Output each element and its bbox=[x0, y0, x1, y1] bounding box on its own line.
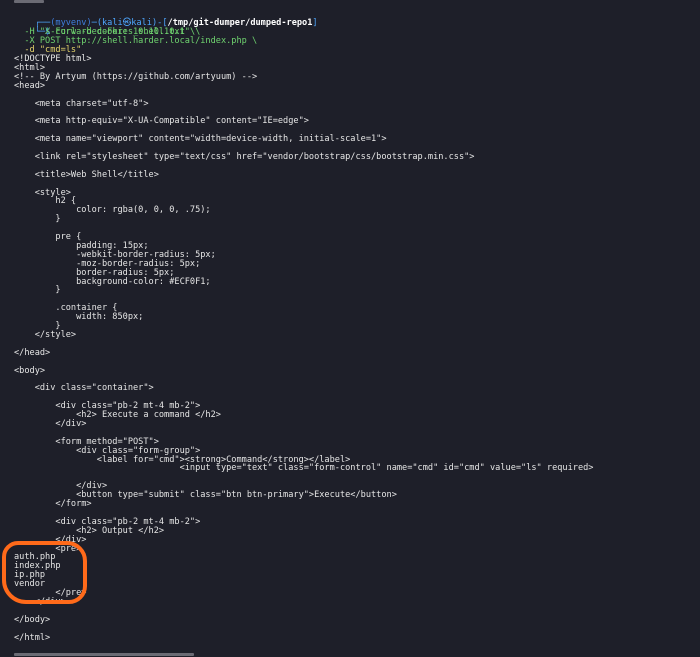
output-line: } bbox=[14, 285, 61, 296]
output-line: <body> bbox=[14, 365, 46, 376]
output-line: <link rel="stylesheet" type="text/css" h… bbox=[14, 151, 475, 162]
output-line: } bbox=[14, 214, 61, 225]
cut-off-bottom-line bbox=[14, 653, 194, 656]
output-line: <meta name="viewport" content="width=dev… bbox=[14, 134, 387, 145]
output-line: <input type="text" class="form-control" … bbox=[14, 463, 594, 474]
output-line: </style> bbox=[14, 329, 77, 340]
orange-highlight-circle bbox=[2, 541, 87, 604]
output-line: <title>Web Shell</title> bbox=[14, 169, 159, 180]
output-line: <meta http-equiv="X-UA-Compatible" conte… bbox=[14, 116, 309, 127]
output-line: </body> bbox=[14, 614, 51, 625]
output-line: <!-- By Artyum (https://github.com/artyu… bbox=[14, 71, 258, 82]
output-line: </head> bbox=[14, 347, 51, 358]
output-line: </html> bbox=[14, 632, 51, 643]
cut-off-top-line bbox=[14, 0, 44, 3]
output-line: <div class="container"> bbox=[14, 383, 154, 394]
output-line: </form> bbox=[14, 499, 92, 509]
terminal-window[interactable]: ┌──(myvenv)─(kali㉿kali)-[/tmp/git-dumper… bbox=[0, 0, 700, 657]
output-line: </div> bbox=[14, 418, 87, 429]
output-line: <meta charset="utf-8"> bbox=[14, 98, 149, 109]
output-line: <head> bbox=[14, 80, 46, 91]
prompt-close: ] bbox=[312, 17, 318, 28]
